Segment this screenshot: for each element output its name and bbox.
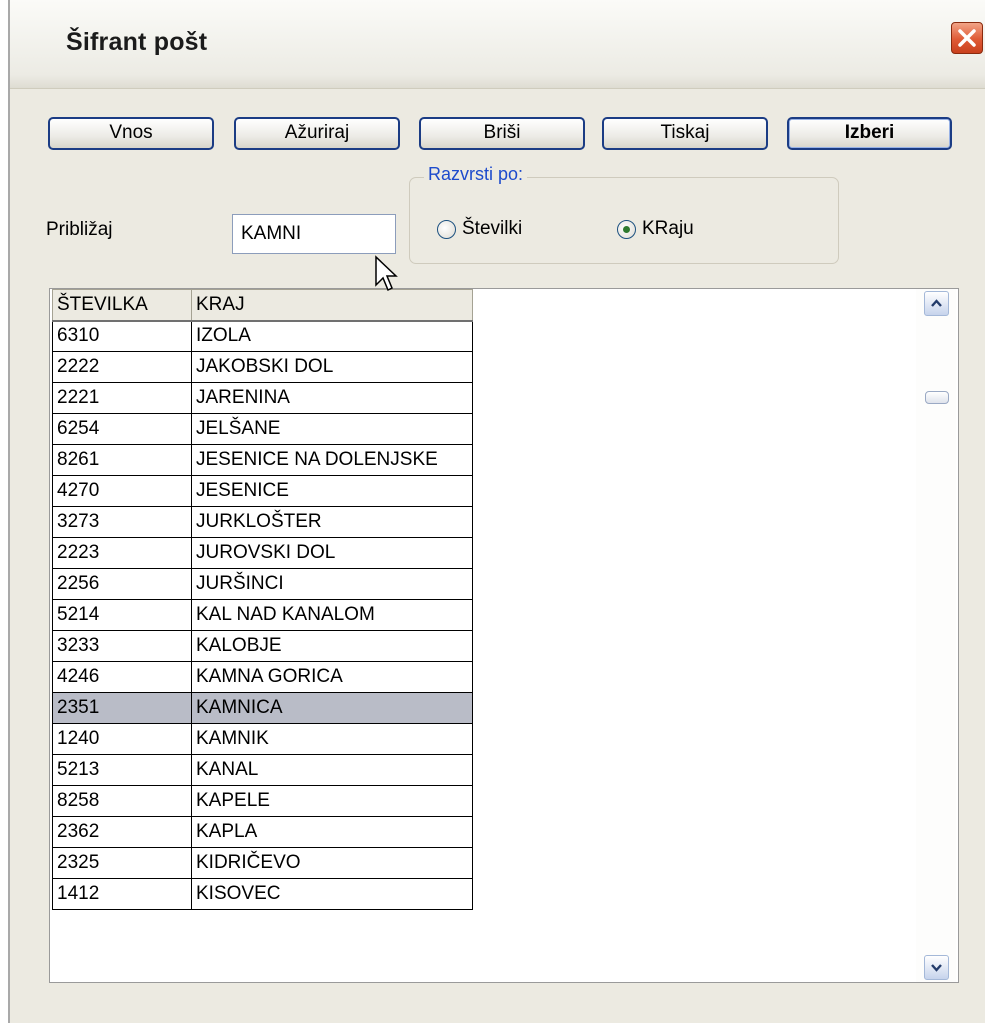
- azuriraj-button[interactable]: Ažuriraj: [234, 117, 400, 150]
- table-row[interactable]: 2222 JAKOBSKI DOL: [52, 351, 473, 383]
- chevron-down-icon: [931, 964, 942, 972]
- table-row[interactable]: 8258 KAPELE: [52, 785, 473, 817]
- table-row[interactable]: 2362 KAPLA: [52, 816, 473, 848]
- table-row[interactable]: 2223 JUROVSKI DOL: [52, 537, 473, 569]
- close-button[interactable]: [951, 22, 983, 54]
- cell-number: 6254: [52, 413, 192, 445]
- cell-number: 2256: [52, 568, 192, 600]
- cell-place: JARENINA: [191, 382, 473, 414]
- title-bar[interactable]: Šifrant pošt: [10, 0, 985, 89]
- mouse-pointer-icon: [375, 255, 398, 292]
- postal-codes-grid[interactable]: ŠTEVILKA KRAJ 6310 IZOLA 2222 JAKOBSKI DOL 2…: [49, 288, 959, 983]
- table-row[interactable]: 8261 JESENICE NA DOLENJSKE: [52, 444, 473, 476]
- table-row[interactable]: 6254 JELŠANE: [52, 413, 473, 445]
- cell-place: KISOVEC: [191, 878, 473, 910]
- cell-place: JAKOBSKI DOL: [191, 351, 473, 383]
- scroll-thumb[interactable]: [925, 391, 949, 404]
- cell-number: 1412: [52, 878, 192, 910]
- cell-place: KALOBJE: [191, 630, 473, 662]
- sort-legend: Razvrsti po:: [424, 164, 528, 185]
- cell-place: JURŠINCI: [191, 568, 473, 600]
- table-row[interactable]: 4246 KAMNA GORICA: [52, 661, 473, 693]
- cell-place: KAMNA GORICA: [191, 661, 473, 693]
- cell-number: 2325: [52, 847, 192, 879]
- close-icon: [958, 29, 976, 47]
- radio-circle: [617, 220, 636, 239]
- grid-header-row: ŠTEVILKA KRAJ: [52, 289, 473, 322]
- window-title: Šifrant pošt: [66, 28, 208, 56]
- cell-number: 4246: [52, 661, 192, 693]
- cell-place: KAL NAD KANALOM: [191, 599, 473, 631]
- cell-place: JESENICE: [191, 475, 473, 507]
- cell-place: KAPLA: [191, 816, 473, 848]
- sort-by-number-label: Številki: [462, 218, 523, 239]
- cell-place: KANAL: [191, 754, 473, 786]
- cell-number: 3233: [52, 630, 192, 662]
- cell-place: KAMNICA: [191, 692, 473, 724]
- search-input[interactable]: KAMNI: [232, 214, 396, 254]
- table-row[interactable]: 5214 KAL NAD KANALOM: [52, 599, 473, 631]
- cell-number: 5214: [52, 599, 192, 631]
- scroll-down-button[interactable]: [924, 955, 949, 980]
- column-header-number[interactable]: ŠTEVILKA: [52, 289, 192, 322]
- table-row[interactable]: 4270 JESENICE: [52, 475, 473, 507]
- sort-group: Razvrsti po: Številki KRaju: [409, 164, 839, 264]
- cell-place: KAPELE: [191, 785, 473, 817]
- cell-number: 4270: [52, 475, 192, 507]
- cell-number: 8261: [52, 444, 192, 476]
- grid-table: ŠTEVILKA KRAJ 6310 IZOLA 2222 JAKOBSKI DOL 2…: [52, 289, 473, 910]
- vertical-scrollbar[interactable]: [916, 289, 956, 982]
- table-row[interactable]: 3273 JURKLOŠTER: [52, 506, 473, 538]
- column-header-place[interactable]: KRAJ: [191, 289, 473, 322]
- cell-place: KIDRIČEVO: [191, 847, 473, 879]
- cell-number: 2221: [52, 382, 192, 414]
- cell-number: 8258: [52, 785, 192, 817]
- table-row[interactable]: 1412 KISOVEC: [52, 878, 473, 910]
- cell-place: IZOLA: [191, 320, 473, 352]
- cell-place: KAMNIK: [191, 723, 473, 755]
- cell-place: JELŠANE: [191, 413, 473, 445]
- table-row[interactable]: 2351 KAMNICA: [52, 692, 473, 724]
- table-row[interactable]: 6310 IZOLA: [52, 320, 473, 352]
- vnos-button[interactable]: Vnos: [48, 117, 214, 150]
- cell-number: 1240: [52, 723, 192, 755]
- cell-number: 2362: [52, 816, 192, 848]
- table-row[interactable]: 3233 KALOBJE: [52, 630, 473, 662]
- table-row[interactable]: 2325 KIDRIČEVO: [52, 847, 473, 879]
- cell-place: JESENICE NA DOLENJSKE: [191, 444, 473, 476]
- cell-place: JUROVSKI DOL: [191, 537, 473, 569]
- chevron-up-icon: [931, 299, 942, 307]
- cell-number: 3273: [52, 506, 192, 538]
- table-row[interactable]: 1240 KAMNIK: [52, 723, 473, 755]
- cell-number: 2351: [52, 692, 192, 724]
- cell-number: 2222: [52, 351, 192, 383]
- search-label: Približaj: [46, 219, 113, 240]
- izberi-button[interactable]: Izberi: [787, 117, 952, 150]
- brisi-button[interactable]: Briši: [419, 117, 585, 150]
- table-row[interactable]: 2221 JARENINA: [52, 382, 473, 414]
- table-row[interactable]: 5213 KANAL: [52, 754, 473, 786]
- postal-codes-dialog: Šifrant pošt Vnos Ažuriraj Briši Tiskaj …: [8, 0, 985, 1023]
- radio-circle: [437, 220, 456, 239]
- cell-number: 2223: [52, 537, 192, 569]
- sort-by-place-label: KRaju: [642, 218, 694, 239]
- cell-place: JURKLOŠTER: [191, 506, 473, 538]
- radio-selected-dot: [623, 226, 630, 233]
- table-row[interactable]: 2256 JURŠINCI: [52, 568, 473, 600]
- cell-number: 6310: [52, 320, 192, 352]
- scroll-up-button[interactable]: [924, 291, 949, 316]
- cell-number: 5213: [52, 754, 192, 786]
- tiskaj-button[interactable]: Tiskaj: [602, 117, 768, 150]
